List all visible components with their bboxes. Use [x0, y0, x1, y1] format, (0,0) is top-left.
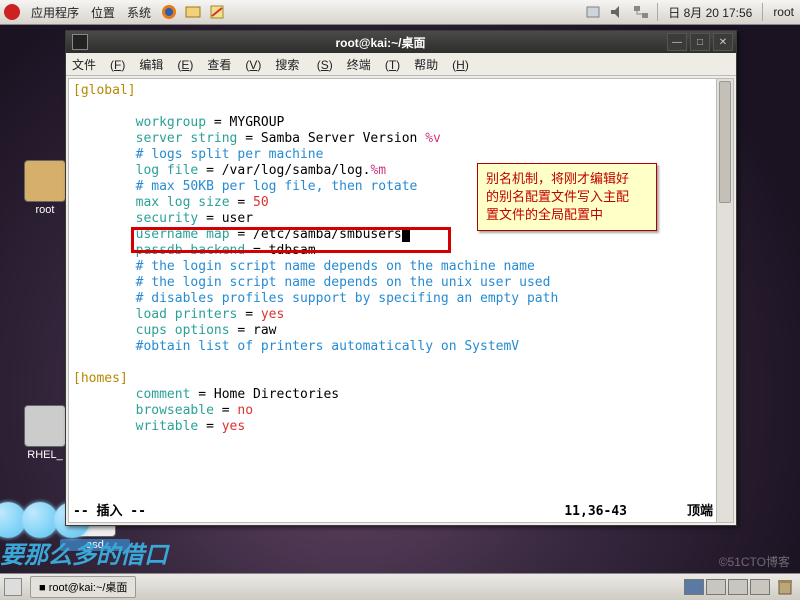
- annotation-highlight-box: [131, 227, 451, 253]
- volume-icon[interactable]: [608, 3, 626, 21]
- distro-logo-icon: [4, 4, 20, 20]
- gnome-bottom-panel: ■ root@kai:~/桌面: [0, 573, 800, 600]
- terminal-scrollbar[interactable]: [716, 79, 733, 522]
- notes-icon[interactable]: [208, 3, 226, 21]
- scrollbar-thumb[interactable]: [719, 81, 731, 203]
- user-menu[interactable]: root: [767, 5, 800, 19]
- wallpaper-text: 要那么多的借口: [0, 535, 168, 570]
- menu-applications[interactable]: 应用程序: [25, 4, 85, 21]
- menu-edit[interactable]: 编辑(E): [139, 56, 193, 73]
- window-title: root@kai:~/桌面: [94, 34, 667, 51]
- firefox-icon[interactable]: [160, 3, 178, 21]
- menu-view[interactable]: 查看(V): [207, 56, 261, 73]
- window-titlebar[interactable]: root@kai:~/桌面 — □ ✕: [66, 31, 736, 53]
- terminal-output[interactable]: [global] workgroup = MYGROUP server stri…: [69, 79, 733, 522]
- watermark: ©51CTO博客: [719, 553, 790, 570]
- menu-system[interactable]: 系统: [121, 4, 157, 21]
- menu-places[interactable]: 位置: [85, 4, 121, 21]
- menu-file[interactable]: 文件(F): [72, 56, 125, 73]
- maximize-button[interactable]: □: [690, 33, 710, 51]
- menu-terminal[interactable]: 终端(T): [347, 56, 400, 73]
- terminal-menubar: 文件(F) 编辑(E) 查看(V) 搜索 (S) 终端(T) 帮助(H): [66, 53, 736, 76]
- show-desktop-button[interactable]: [4, 578, 22, 596]
- menu-help[interactable]: 帮助(H): [414, 56, 469, 73]
- device-icon[interactable]: [584, 3, 602, 21]
- vim-position: 11,36-43: [564, 504, 627, 520]
- terminal-icon: [72, 34, 88, 50]
- network-icon[interactable]: [632, 3, 650, 21]
- terminal-window: root@kai:~/桌面 — □ ✕ 文件(F) 编辑(E) 查看(V) 搜索…: [65, 30, 737, 526]
- gnome-top-panel: 应用程序 位置 系统 日 8月 20 17:56 root: [0, 0, 800, 25]
- vim-percent: 顶端: [687, 504, 713, 520]
- clock[interactable]: 日 8月 20 17:56: [662, 4, 758, 21]
- workspace-2[interactable]: [706, 579, 726, 595]
- vim-mode: -- 插入 --: [73, 504, 146, 520]
- menu-search[interactable]: 搜索 (S): [275, 56, 332, 73]
- minimize-button[interactable]: —: [667, 33, 687, 51]
- mail-icon[interactable]: [184, 3, 202, 21]
- workspace-1[interactable]: [684, 579, 704, 595]
- annotation-callout: 别名机制，将刚才编辑好 的别名配置文件写入主配 置文件的全局配置中: [477, 163, 657, 231]
- workspace-4[interactable]: [750, 579, 770, 595]
- workspace-3[interactable]: [728, 579, 748, 595]
- close-button[interactable]: ✕: [713, 33, 733, 51]
- trash-icon[interactable]: [776, 578, 794, 596]
- taskbar-entry-terminal[interactable]: ■ root@kai:~/桌面: [30, 576, 136, 598]
- workspace-switcher[interactable]: [682, 579, 770, 595]
